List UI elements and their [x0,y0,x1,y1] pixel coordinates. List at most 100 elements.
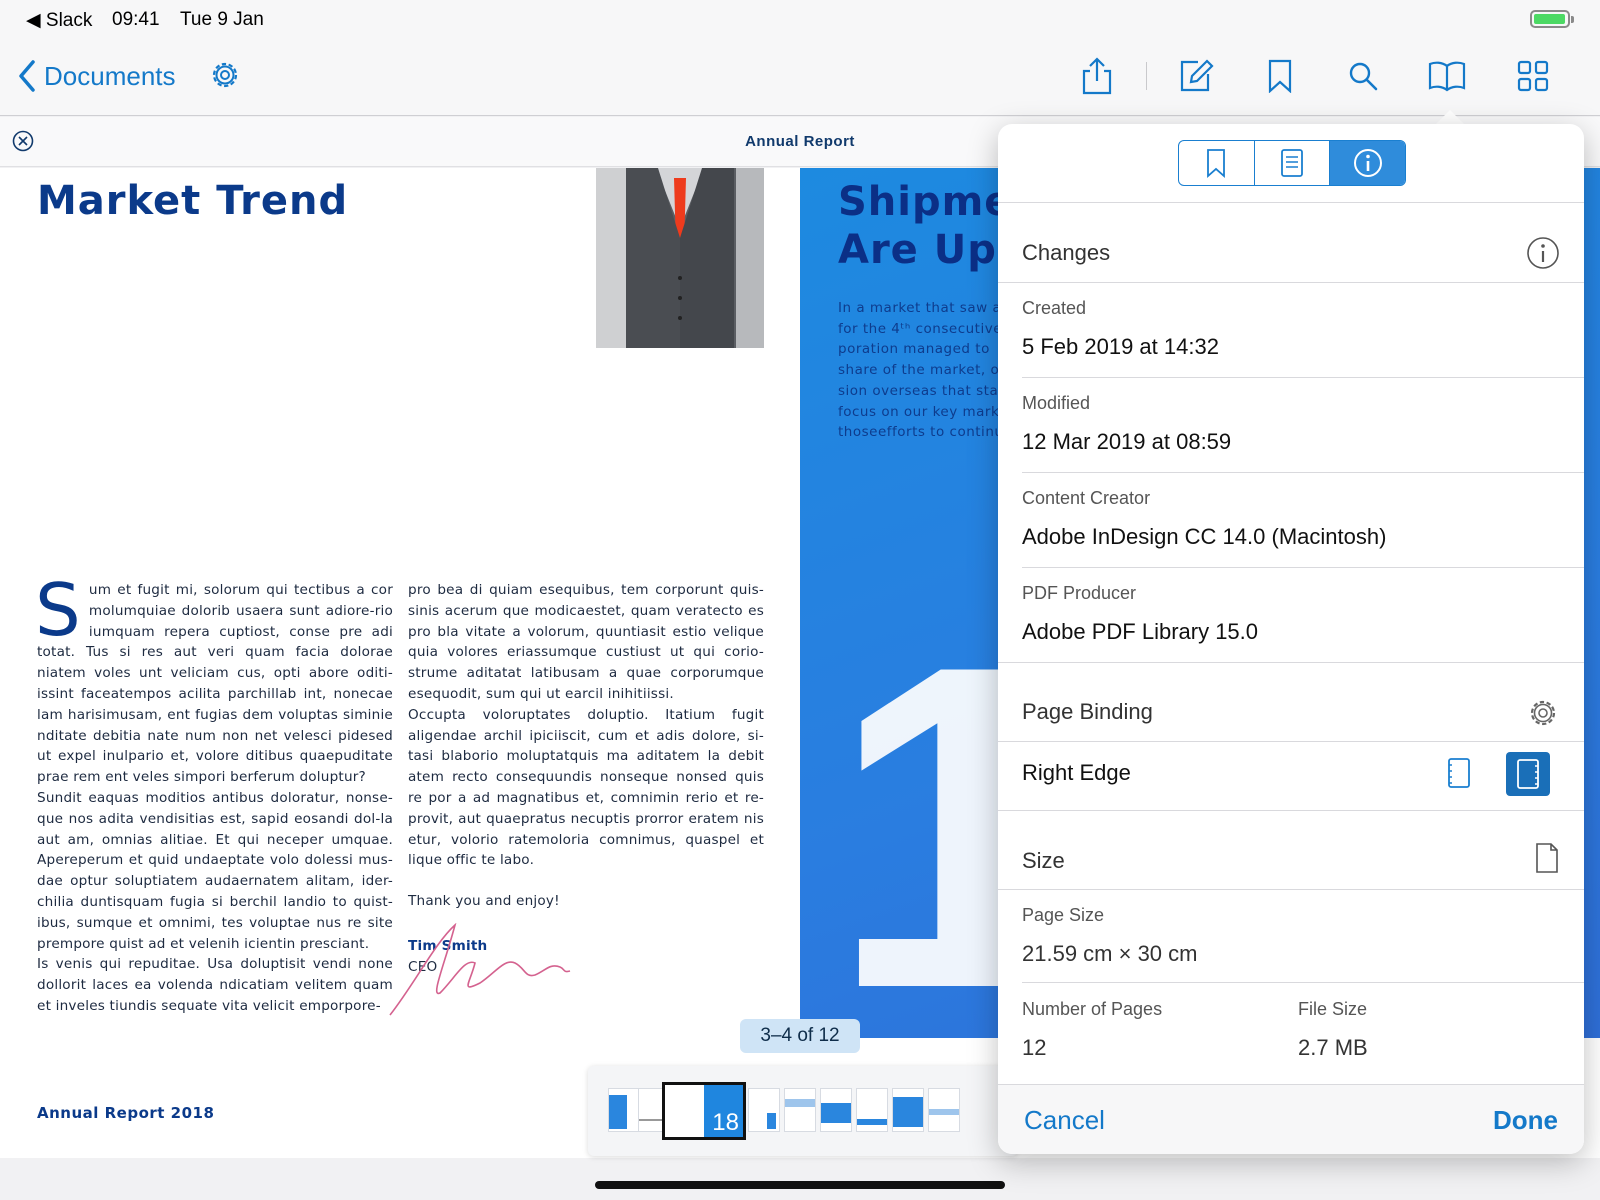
page-thumbnail[interactable] [820,1088,852,1132]
thumbnail-strip[interactable]: 18 [588,1066,1018,1156]
page-thumbnail[interactable] [748,1088,780,1132]
status-time: 09:41 [112,9,160,30]
annotate-button[interactable] [1176,56,1216,96]
body-paragraph: Sundit eaquas moditios antibus doloratur… [37,789,393,952]
pdf-producer-value: Adobe PDF Library 15.0 [1022,619,1259,644]
tab-info[interactable] [1330,141,1405,185]
chevron-left-icon [19,60,35,92]
binding-value: Right Edge [1022,760,1131,785]
battery-icon [1530,10,1574,28]
photo-businessman [596,168,764,348]
content-creator-value: Adobe InDesign CC 14.0 (Macintosh) [1022,524,1387,549]
separator [1022,982,1584,983]
info-panel-tabs [1178,140,1406,186]
search-icon [1349,62,1378,91]
page-thumbnail[interactable] [608,1088,640,1132]
blank-page-icon [1536,843,1558,873]
created-value: 5 Feb 2019 at 14:32 [1022,334,1219,359]
separator [1022,472,1584,473]
separator [998,662,1584,663]
current-page-thumbnail[interactable]: 18 [662,1082,746,1140]
documents-back-label: Documents [44,60,176,91]
thumbnail-grid-button[interactable] [1513,56,1553,96]
share-icon [1082,57,1112,95]
back-to-app-link[interactable]: ◀ Slack [26,9,92,32]
separator [998,282,1584,283]
binding-settings-button[interactable] [1526,696,1560,735]
tab-bookmarks[interactable] [1179,141,1255,185]
document-page-left[interactable]: Market Trend S um et fugit mi, solorum q… [0,168,800,1158]
separator [1022,567,1584,568]
created-label: Created [1022,298,1087,318]
closing-line: Thank you and enjoy! [408,893,560,910]
section-title-size: Size [1022,848,1065,873]
outline-button[interactable] [1427,56,1467,96]
grid-icon [1517,60,1549,92]
binding-right-edge-button[interactable] [1506,752,1550,796]
drop-cap: S [35,568,81,652]
gear-icon [212,62,238,88]
bookmark-button[interactable] [1260,56,1300,96]
status-date: Tue 9 Jan [180,9,264,30]
signature-scribble [389,923,571,1016]
separator [998,889,1584,890]
body-column-2: pro bea di quiam esequibus, tem corporun… [408,580,764,978]
size-page-icon-wrap [1534,842,1560,879]
close-circle-icon [12,130,34,152]
edit-icon [1180,59,1214,92]
current-thumb-label: 18 [712,1109,739,1136]
file-size-label: File Size [1298,999,1368,1019]
page-thumbnail[interactable] [892,1088,924,1132]
page-footer: Annual Report 2018 [37,1104,215,1122]
pdf-reader-app: ◀ Slack 09:41 Tue 9 Jan Documents Annual… [0,0,1600,1200]
document-title: Annual Report [745,133,855,150]
file-size-value: 2.7 MB [1298,1035,1368,1060]
bookmark-outline-icon [1207,149,1226,178]
page-thumbnail[interactable] [928,1088,960,1132]
search-button[interactable] [1343,56,1383,96]
page-thumbnail[interactable] [784,1088,816,1132]
number-of-pages-label: Number of Pages [1022,999,1163,1019]
body-paragraph: Is venis qui repuditae. Usa doluptisit v… [37,956,393,1014]
body-paragraph: Occupta voloruptates doluptio. Itatium f… [408,706,764,869]
section-title-changes: Changes [1022,240,1111,265]
status-bar: ◀ Slack 09:41 Tue 9 Jan [0,0,1600,38]
bookmark-icon [1268,59,1292,93]
body-paragraph: um et fugit mi, solorum qui tectibus a c… [37,582,393,786]
popover-footer: Cancel Done [998,1084,1584,1154]
home-indicator [595,1181,1005,1189]
book-icon [1428,61,1466,92]
page-binding-left-icon [1448,758,1470,788]
close-document-button[interactable] [12,130,34,157]
separator [998,202,1584,203]
documents-back-button[interactable]: Documents [18,56,176,96]
share-button[interactable] [1077,56,1117,96]
info-icon [1353,149,1382,177]
navigation-bar: Documents [0,38,1600,116]
content-creator-label: Content Creator [1022,488,1151,508]
page-thumbnail[interactable] [856,1088,888,1132]
page-size-label: Page Size [1022,905,1105,925]
body-paragraph: pro bea di quiam esequibus, tem corporun… [408,582,764,702]
gear-icon [1530,700,1556,726]
binding-left-edge-button[interactable] [1442,754,1476,792]
pdf-producer-label: PDF Producer [1022,583,1137,603]
page-counter-badge: 3–4 of 12 [740,1019,860,1053]
page-size-value: 21.59 cm × 30 cm [1022,941,1198,966]
number-of-pages-value: 12 [1022,1035,1047,1060]
settings-button[interactable] [208,58,242,97]
page-headline: Market Trend [37,178,349,224]
document-info-popover: Changes Created 5 Feb 2019 at 14:32 Modi… [998,124,1584,1154]
cancel-button[interactable]: Cancel [1024,1105,1105,1136]
section-title-page-binding: Page Binding [1022,699,1153,724]
page-list-icon [1281,149,1303,177]
body-column-1: S um et fugit mi, solorum qui tectibus a… [35,568,393,1017]
changes-info-button[interactable] [1526,236,1560,275]
info-circle-icon [1527,237,1559,269]
separator [998,810,1584,811]
modified-label: Modified [1022,393,1091,413]
tab-outline[interactable] [1255,141,1331,185]
separator [998,741,1584,742]
done-button[interactable]: Done [1493,1105,1558,1136]
separator [1022,377,1584,378]
